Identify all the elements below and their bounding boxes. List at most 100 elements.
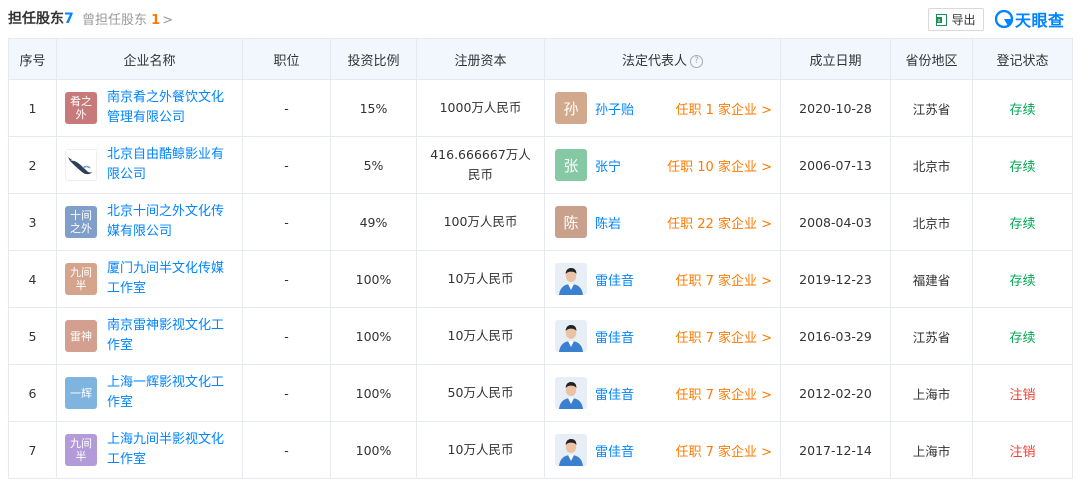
legal-rep-cell: 雷佳音 任职 7 家企业 > xyxy=(544,250,781,308)
capital-value: 1000万人民币 xyxy=(439,100,522,115)
company-name-link[interactable]: 厦门九间半文化传媒工作室 xyxy=(107,259,236,299)
tab-bar: 担任股东7 曾担任股东 1 > x 导出 天眼查 xyxy=(0,0,1080,38)
established-date: 2020-10-28 xyxy=(780,79,891,137)
shareholder-table: 序号 企业名称 职位 投资比例 注册资本 法定代表人? 成立日期 省份地区 登记… xyxy=(8,38,1073,479)
header-legal-rep: 法定代表人? xyxy=(544,38,781,80)
investment-ratio: 100% xyxy=(330,364,417,422)
legal-rep-name-link[interactable]: 张宁 xyxy=(595,156,621,175)
capital-value: 10万人民币 xyxy=(447,442,514,457)
established-date: 2012-02-20 xyxy=(780,364,891,422)
company-logo[interactable]: 一辉 xyxy=(65,377,97,409)
header-company: 企业名称 xyxy=(56,38,243,80)
avatar[interactable]: 张 xyxy=(555,149,587,181)
investment-ratio: 15% xyxy=(330,79,417,137)
company-logo[interactable]: 十间 之外 xyxy=(65,206,97,238)
person-photo-avatar[interactable] xyxy=(555,320,587,352)
header-ratio: 投资比例 xyxy=(330,38,417,80)
status-cell: 存续 xyxy=(972,193,1073,251)
legal-rep-cell: 雷佳音 任职 7 家企业 > xyxy=(544,307,781,365)
table-row: 7 九间 半 上海九间半影视文化工作室 - 100% 10万人民币 雷佳音 任职… xyxy=(8,421,1073,479)
established-date: 2016-03-29 xyxy=(780,307,891,365)
legal-rep-cell: 张 张宁 任职 10 家企业 > xyxy=(544,136,781,194)
position: - xyxy=(242,79,331,137)
status-cell: 存续 xyxy=(972,79,1073,137)
position: - xyxy=(242,136,331,194)
registered-capital: 10万人民币 xyxy=(416,307,545,365)
table-header-row: 序号 企业名称 职位 投资比例 注册资本 法定代表人? 成立日期 省份地区 登记… xyxy=(8,38,1073,80)
row-index: 2 xyxy=(8,136,57,194)
tab-shareholder-current[interactable]: 担任股东7 xyxy=(8,8,74,28)
legal-rep-name-link[interactable]: 陈岩 xyxy=(595,213,621,232)
position: - xyxy=(242,307,331,365)
company-name-link[interactable]: 南京雷神影视文化工作室 xyxy=(107,316,236,356)
company-logo[interactable]: 肴之 外 xyxy=(65,92,97,124)
whale-logo-icon[interactable] xyxy=(65,149,97,181)
established-date: 2017-12-14 xyxy=(780,421,891,479)
company-logo[interactable]: 九间 半 xyxy=(65,263,97,295)
status-cell: 存续 xyxy=(972,250,1073,308)
tab-label: 曾担任股东 xyxy=(82,13,148,28)
table-row: 2 北京自由酷鲸影业有限公司 - 5% 416.666667万人民币 张 张宁 … xyxy=(8,136,1073,194)
avatar[interactable]: 孙 xyxy=(555,92,587,124)
export-button[interactable]: x 导出 xyxy=(928,8,984,31)
company-name-link[interactable]: 北京自由酷鲸影业有限公司 xyxy=(107,145,236,185)
company-logo[interactable]: 雷神 xyxy=(65,320,97,352)
status-badge: 存续 xyxy=(1009,159,1036,175)
header-capital: 注册资本 xyxy=(416,38,545,80)
company-name-link[interactable]: 上海一辉影视文化工作室 xyxy=(107,373,236,413)
person-photo-avatar[interactable] xyxy=(555,434,587,466)
tianyancha-logo: 天眼查 xyxy=(995,8,1065,30)
registered-capital: 100万人民币 xyxy=(416,193,545,251)
legal-rep-name-link[interactable]: 雷佳音 xyxy=(595,270,634,289)
status-badge: 注销 xyxy=(1009,444,1036,460)
svg-text:x: x xyxy=(938,18,941,24)
tenure-link[interactable]: 任职 1 家企业 > xyxy=(675,99,772,118)
registered-capital: 10万人民币 xyxy=(416,421,545,479)
tenure-link[interactable]: 任职 10 家企业 > xyxy=(667,156,772,175)
legal-rep-name-link[interactable]: 雷佳音 xyxy=(595,327,634,346)
registered-capital: 50万人民币 xyxy=(416,364,545,422)
header-index: 序号 xyxy=(8,38,57,80)
legal-rep-name-link[interactable]: 孙子贻 xyxy=(595,99,634,118)
status-badge: 存续 xyxy=(1009,216,1036,232)
header-legal-rep-label: 法定代表人 xyxy=(621,53,687,69)
company-name-link[interactable]: 南京肴之外餐饮文化管理有限公司 xyxy=(107,88,236,128)
company-cell: 九间 半 上海九间半影视文化工作室 xyxy=(56,421,243,479)
established-date: 2019-12-23 xyxy=(780,250,891,308)
legal-rep-name-link[interactable]: 雷佳音 xyxy=(595,441,634,460)
tab-label: 担任股东 xyxy=(8,11,64,27)
help-icon[interactable]: ? xyxy=(690,54,703,68)
person-photo-avatar[interactable] xyxy=(555,263,587,295)
header-region: 省份地区 xyxy=(890,38,973,80)
person-photo-avatar[interactable] xyxy=(555,377,587,409)
header-date: 成立日期 xyxy=(780,38,891,80)
header-position: 职位 xyxy=(242,38,331,80)
company-logo[interactable]: 九间 半 xyxy=(65,434,97,466)
company-name-link[interactable]: 上海九间半影视文化工作室 xyxy=(107,430,236,470)
row-index: 5 xyxy=(8,307,57,365)
export-label: 导出 xyxy=(951,13,976,27)
tenure-link[interactable]: 任职 7 家企业 > xyxy=(675,270,772,289)
position: - xyxy=(242,421,331,479)
legal-rep-cell: 陈 陈岩 任职 22 家企业 > xyxy=(544,193,781,251)
tenure-link[interactable]: 任职 7 家企业 > xyxy=(675,441,772,460)
avatar[interactable]: 陈 xyxy=(555,206,587,238)
registered-capital: 10万人民币 xyxy=(416,250,545,308)
status-badge: 存续 xyxy=(1009,330,1036,346)
row-index: 3 xyxy=(8,193,57,251)
capital-value: 10万人民币 xyxy=(447,328,514,343)
legal-rep-cell: 孙 孙子贻 任职 1 家企业 > xyxy=(544,79,781,137)
tab-shareholder-former[interactable]: 曾担任股东 1 > xyxy=(82,9,173,28)
status-badge: 注销 xyxy=(1009,387,1036,403)
company-cell: 雷神 南京雷神影视文化工作室 xyxy=(56,307,243,365)
company-cell: 一辉 上海一辉影视文化工作室 xyxy=(56,364,243,422)
tenure-link[interactable]: 任职 7 家企业 > xyxy=(675,327,772,346)
brand-mark-icon xyxy=(995,10,1013,28)
tenure-link[interactable]: 任职 7 家企业 > xyxy=(675,384,772,403)
company-name-link[interactable]: 北京十间之外文化传媒有限公司 xyxy=(107,202,236,242)
region: 福建省 xyxy=(890,250,973,308)
position: - xyxy=(242,250,331,308)
legal-rep-name-link[interactable]: 雷佳音 xyxy=(595,384,634,403)
tenure-link[interactable]: 任职 22 家企业 > xyxy=(667,213,772,232)
status-cell: 存续 xyxy=(972,136,1073,194)
